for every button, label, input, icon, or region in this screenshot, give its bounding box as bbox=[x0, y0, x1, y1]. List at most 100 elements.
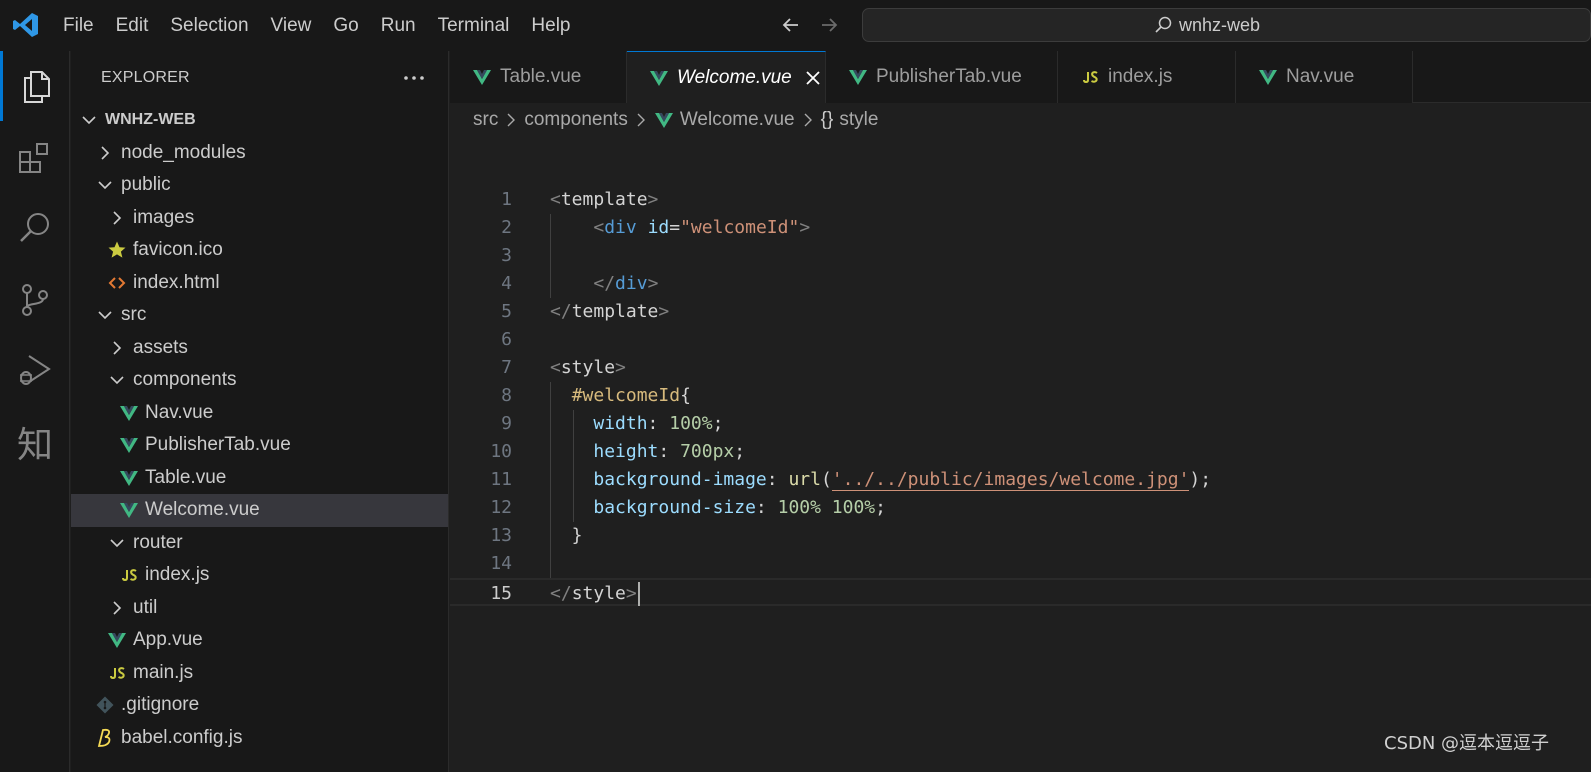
vue-file-icon bbox=[119, 468, 139, 488]
chevron-right-icon[interactable] bbox=[107, 338, 127, 358]
tree-folder[interactable]: public bbox=[71, 169, 448, 202]
arrow-left-icon[interactable] bbox=[778, 12, 804, 38]
tree-item-label: images bbox=[133, 206, 195, 228]
tree-file[interactable]: favicon.ico bbox=[71, 234, 448, 267]
tree-item-label: Table.vue bbox=[145, 466, 227, 488]
babel-icon bbox=[95, 728, 115, 748]
tree-file[interactable]: Welcome.vue bbox=[71, 494, 448, 527]
editor-tab[interactable]: index.js bbox=[1058, 51, 1236, 103]
search-activity-button[interactable] bbox=[0, 193, 70, 263]
chevron-down-icon[interactable] bbox=[107, 533, 127, 553]
code-token: > bbox=[799, 217, 811, 238]
tree-file[interactable]: index.html bbox=[71, 267, 448, 300]
command-center-search[interactable]: wnhz-web bbox=[862, 8, 1591, 42]
code-line[interactable]: 13 } bbox=[450, 522, 1591, 550]
run-debug-activity-button[interactable] bbox=[0, 335, 70, 405]
code-line[interactable]: 9 width: 100%; bbox=[450, 410, 1591, 438]
menu-edit[interactable]: Edit bbox=[105, 0, 160, 51]
tree-folder[interactable]: assets bbox=[71, 332, 448, 365]
tree-item-label: babel.config.js bbox=[121, 726, 243, 748]
tree-file[interactable]: babel.config.js bbox=[71, 722, 448, 755]
tree-file[interactable]: Table.vue bbox=[71, 462, 448, 495]
menu-selection[interactable]: Selection bbox=[159, 0, 259, 51]
arrow-right-icon[interactable] bbox=[816, 12, 842, 38]
chevron-down-icon[interactable] bbox=[107, 370, 127, 390]
chevron-down-icon[interactable] bbox=[95, 175, 115, 195]
close-icon[interactable] bbox=[804, 69, 822, 87]
braces-symbol-icon: {} bbox=[820, 109, 834, 130]
code-line[interactable]: 1 <template> bbox=[450, 186, 1591, 214]
menu-file[interactable]: File bbox=[52, 0, 105, 51]
breadcrumb-components[interactable]: components bbox=[524, 109, 628, 131]
tree-file[interactable]: PublisherTab.vue bbox=[71, 429, 448, 462]
extensions-activity-button[interactable] bbox=[0, 123, 70, 193]
editor-tab[interactable]: Table.vue bbox=[450, 51, 627, 103]
js-file-icon bbox=[1080, 67, 1100, 87]
source-control-activity-button[interactable] bbox=[0, 265, 70, 335]
chevron-right-icon[interactable] bbox=[107, 208, 127, 228]
code-token: > bbox=[625, 583, 637, 604]
vue-file-icon bbox=[119, 500, 139, 520]
tree-folder[interactable]: util bbox=[71, 592, 448, 625]
code-line[interactable]: 5 </template> bbox=[450, 298, 1591, 326]
code-text: #welcomeId{ bbox=[550, 382, 691, 410]
tree-item-label: index.js bbox=[145, 564, 210, 586]
chevron-right-icon[interactable] bbox=[95, 143, 115, 163]
tree-file[interactable]: Nav.vue bbox=[71, 397, 448, 430]
chevron-down-icon[interactable] bbox=[79, 110, 99, 130]
code-line[interactable]: 10 height: 700px; bbox=[450, 438, 1591, 466]
menu-bar: File Edit Selection View Go Run Terminal Help bbox=[52, 0, 582, 51]
explorer-sidebar: EXPLORER WNHZ-WEB node_modules public image… bbox=[71, 51, 449, 772]
menu-run[interactable]: Run bbox=[370, 0, 427, 51]
breadcrumb-symbol[interactable]: style bbox=[839, 109, 878, 131]
code-token: background-image bbox=[593, 469, 767, 490]
breadcrumb-src[interactable]: src bbox=[473, 109, 498, 131]
tree-file[interactable]: index.js bbox=[71, 559, 448, 592]
code-line[interactable]: 15 </style> bbox=[450, 578, 1591, 606]
editor-tab[interactable]: PublisherTab.vue bbox=[826, 51, 1058, 103]
code-line[interactable]: 2 <div id="welcomeId"> bbox=[450, 214, 1591, 242]
tree-folder[interactable]: node_modules bbox=[71, 137, 448, 170]
editor-tab[interactable]: Welcome.vue bbox=[627, 51, 826, 103]
tree-file[interactable]: .gitignore bbox=[71, 689, 448, 722]
editor-tab[interactable]: Nav.vue bbox=[1236, 51, 1413, 103]
tree-item-label: router bbox=[133, 531, 183, 553]
code-line[interactable]: 11 background-image: url('../../public/i… bbox=[450, 466, 1591, 494]
text-cursor bbox=[637, 582, 640, 606]
watermark-text: CSDN @逗本逗逗子 bbox=[1384, 733, 1550, 754]
tree-folder[interactable]: components bbox=[71, 364, 448, 397]
more-actions-icon[interactable] bbox=[401, 65, 427, 91]
chevron-right-icon[interactable] bbox=[107, 598, 127, 618]
code-line[interactable]: 7 <style> bbox=[450, 354, 1591, 382]
tree-folder[interactable]: src bbox=[71, 299, 448, 332]
code-token: 100% 100% bbox=[777, 497, 876, 518]
breadcrumb-file[interactable]: Welcome.vue bbox=[680, 109, 795, 131]
tree-folder[interactable]: router bbox=[71, 527, 448, 560]
breadcrumb: src components Welcome.vue {} style bbox=[473, 103, 878, 137]
code-token: div bbox=[615, 273, 648, 294]
tab-label: Table.vue bbox=[500, 66, 582, 87]
code-line[interactable]: 3 bbox=[450, 242, 1591, 270]
code-line[interactable]: 14 bbox=[450, 550, 1591, 578]
menu-help[interactable]: Help bbox=[520, 0, 581, 51]
chevron-down-icon[interactable] bbox=[95, 305, 115, 325]
code-line[interactable]: 8 #welcomeId{ bbox=[450, 382, 1591, 410]
tree-item-label: src bbox=[121, 304, 147, 326]
menu-view[interactable]: View bbox=[260, 0, 323, 51]
tree-file[interactable]: App.vue bbox=[71, 624, 448, 657]
explorer-activity-button[interactable] bbox=[0, 51, 70, 121]
code-line[interactable]: 12 background-size: 100% 100%; bbox=[450, 494, 1591, 522]
line-number: 4 bbox=[501, 273, 512, 294]
tree-file[interactable]: main.js bbox=[71, 657, 448, 690]
code-token: style bbox=[571, 583, 626, 604]
code-line[interactable]: 4 </div> bbox=[450, 270, 1591, 298]
tree-folder[interactable]: WNHZ-WEB bbox=[71, 104, 448, 137]
code-token: height bbox=[593, 441, 659, 462]
code-token: > bbox=[647, 189, 659, 210]
code-line[interactable]: 6 bbox=[450, 326, 1591, 354]
code-editor[interactable]: 1 <template> 2 <div id="welcomeId"> 3 4 </di… bbox=[450, 137, 1591, 772]
zhi-extension-icon[interactable]: 知 bbox=[0, 407, 70, 477]
tree-folder[interactable]: images bbox=[71, 202, 448, 235]
menu-go[interactable]: Go bbox=[322, 0, 369, 51]
menu-terminal[interactable]: Terminal bbox=[427, 0, 521, 51]
